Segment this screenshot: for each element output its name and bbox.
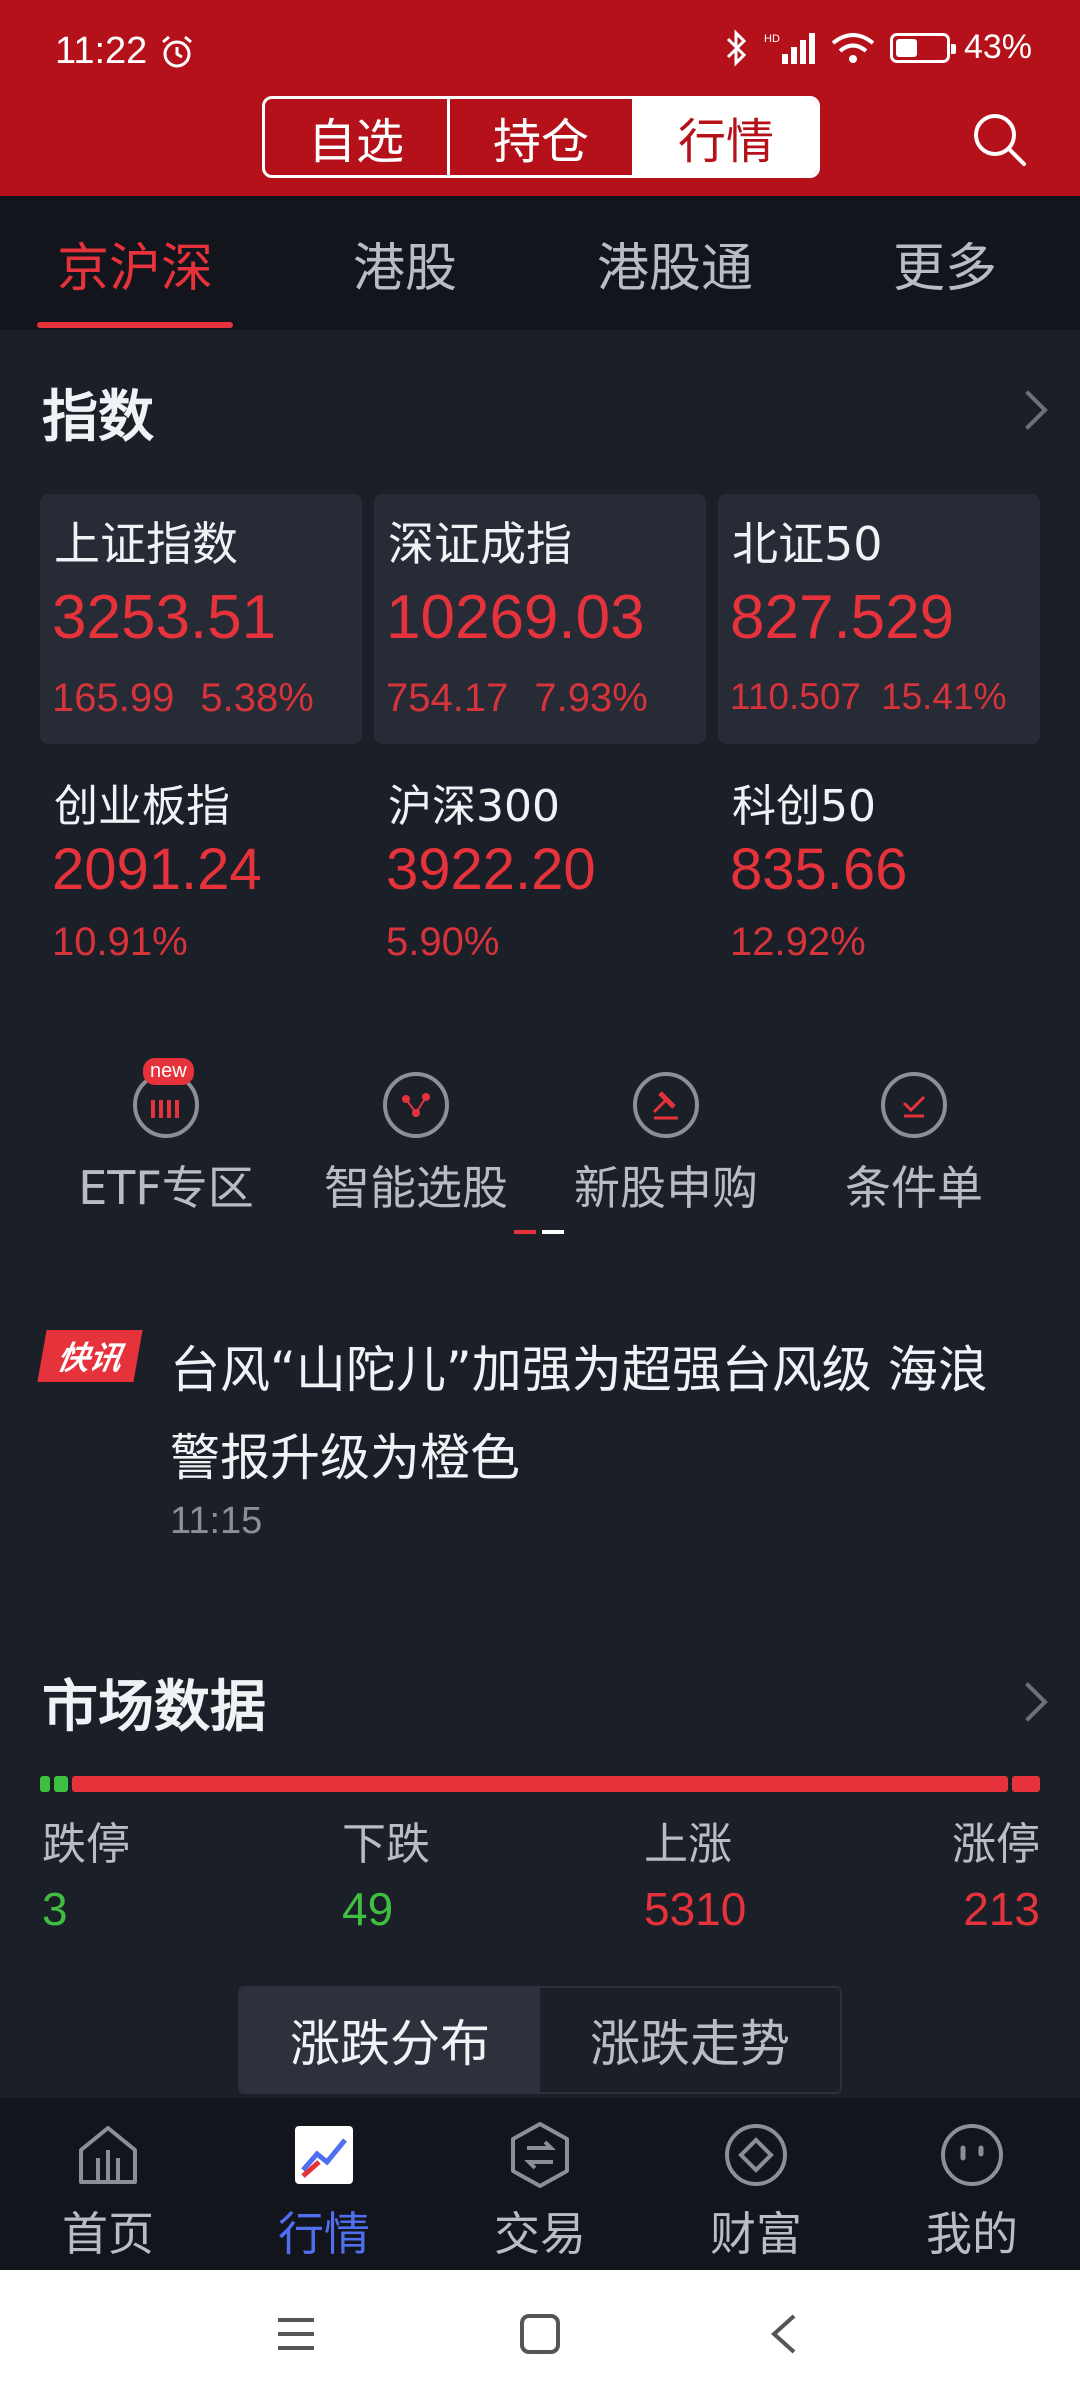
news-time: 11:15: [170, 1500, 263, 1542]
news-flash[interactable]: 快讯 台风“山陀儿”加强为超强台风级 海浪警报升级为橙色 11:15: [0, 1290, 1080, 1590]
signal-icon: HD: [764, 32, 815, 64]
market-more-chevron-icon[interactable]: [1008, 1682, 1048, 1722]
bar-down: [54, 1776, 68, 1792]
index-card-star50[interactable]: 科创50 835.66 12.92%: [718, 770, 1040, 990]
svg-text:HD: HD: [764, 33, 780, 45]
home-square-icon[interactable]: [518, 2312, 562, 2356]
smart-picker-icon: [383, 1072, 449, 1138]
index-card-shenzhen[interactable]: 深证成指 10269.03 754.17 7.93%: [374, 494, 706, 744]
bar-limit-up: [1012, 1776, 1040, 1792]
menu-icon[interactable]: [274, 2314, 318, 2354]
index-title: 指数: [42, 385, 154, 450]
battery-fill: [895, 38, 917, 57]
toggle-distribution[interactable]: 涨跌分布: [240, 1988, 540, 2092]
back-icon[interactable]: [766, 2312, 802, 2356]
gavel-icon: [633, 1072, 699, 1138]
market-chart-icon: [295, 2126, 353, 2184]
menu-ipo-subscribe[interactable]: 新股申购: [536, 1072, 796, 1218]
etf-icon: new: [133, 1058, 199, 1138]
bottom-nav: 首页 行情 交易 财富 我的: [0, 2098, 1080, 2270]
system-nav-bar: [0, 2270, 1080, 2400]
wealth-icon: [725, 2124, 787, 2186]
new-badge: new: [143, 1058, 194, 1085]
bar-up: [72, 1776, 1008, 1792]
bar-limit-down: [40, 1776, 50, 1792]
search-icon[interactable]: [970, 110, 1028, 168]
checkmark-icon: [881, 1072, 947, 1138]
market-title: 市场数据: [42, 1675, 266, 1740]
index-section: 指数 上证指数 3253.51 165.99 5.38% 深证成指 10269.0…: [0, 330, 1080, 1010]
segment-holdings[interactable]: 持仓: [450, 99, 635, 175]
menu-etf-zone[interactable]: new ETF专区: [36, 1058, 296, 1218]
battery-percent: 43%: [963, 28, 1032, 66]
alarm-icon: [162, 35, 193, 67]
index-card-csi300[interactable]: 沪深300 3922.20 5.90%: [374, 770, 706, 990]
tab-a-shares[interactable]: 京沪深: [0, 196, 270, 330]
quick-menu: new ETF专区 智能选股 新股申购 条件单: [0, 1032, 1080, 1268]
news-headline[interactable]: 台风“山陀儿”加强为超强台风级 海浪警报升级为橙色: [170, 1326, 1020, 1502]
index-more-chevron-icon[interactable]: [1008, 390, 1048, 430]
status-time: 11:22: [55, 30, 195, 73]
nav-market[interactable]: 行情: [216, 2098, 432, 2270]
home-icon: [79, 2126, 137, 2184]
menu-conditional-order[interactable]: 条件单: [784, 1072, 1044, 1218]
page-indicator: [514, 1230, 564, 1234]
bluetooth-icon: [726, 28, 747, 67]
nav-profile[interactable]: 我的: [864, 2098, 1080, 2270]
index-card-bse50[interactable]: 北证50 827.529 110.507 15.41%: [718, 494, 1040, 744]
toggle-trend[interactable]: 涨跌走势: [540, 1988, 840, 2092]
index-card-chinext[interactable]: 创业板指 2091.24 10.91%: [40, 770, 362, 990]
nav-wealth[interactable]: 财富: [648, 2098, 864, 2270]
stat-limit-up: 涨停 213: [952, 1819, 1040, 1935]
stat-up: 上涨 5310: [644, 1819, 747, 1935]
market-data-section: 市场数据 跌停 3 下跌 49 上涨 5310 涨停 213 涨跌分布 涨跌走势: [0, 1612, 1080, 2098]
index-card-shanghai[interactable]: 上证指数 3253.51 165.99 5.38%: [40, 494, 362, 744]
app-header: 11:22 HD 43% 自选 持仓 行情: [0, 0, 1080, 196]
tab-hk-connect[interactable]: 港股通: [540, 196, 810, 330]
tab-more[interactable]: 更多: [810, 196, 1080, 330]
market-subtabs: 京沪深 港股 港股通 更多: [0, 196, 1080, 330]
segment-watchlist[interactable]: 自选: [265, 99, 450, 175]
wifi-icon: [831, 32, 875, 63]
tab-hk-stocks[interactable]: 港股: [270, 196, 540, 330]
battery-icon: [889, 32, 956, 63]
profile-icon: [941, 2124, 1003, 2186]
trade-icon: [511, 2122, 569, 2188]
top-segment-control: 自选 持仓 行情: [262, 96, 820, 178]
stat-limit-down: 跌停 3: [42, 1819, 130, 1935]
stat-down: 下跌 49: [342, 1819, 430, 1935]
distribution-toggle: 涨跌分布 涨跌走势: [238, 1986, 842, 2094]
menu-smart-picker[interactable]: 智能选股: [286, 1072, 546, 1218]
nav-home[interactable]: 首页: [0, 2098, 216, 2270]
status-icons: HD 43%: [724, 28, 1032, 67]
segment-market[interactable]: 行情: [635, 99, 817, 175]
nav-trade[interactable]: 交易: [432, 2098, 648, 2270]
flash-news-badge: 快讯: [37, 1330, 143, 1382]
